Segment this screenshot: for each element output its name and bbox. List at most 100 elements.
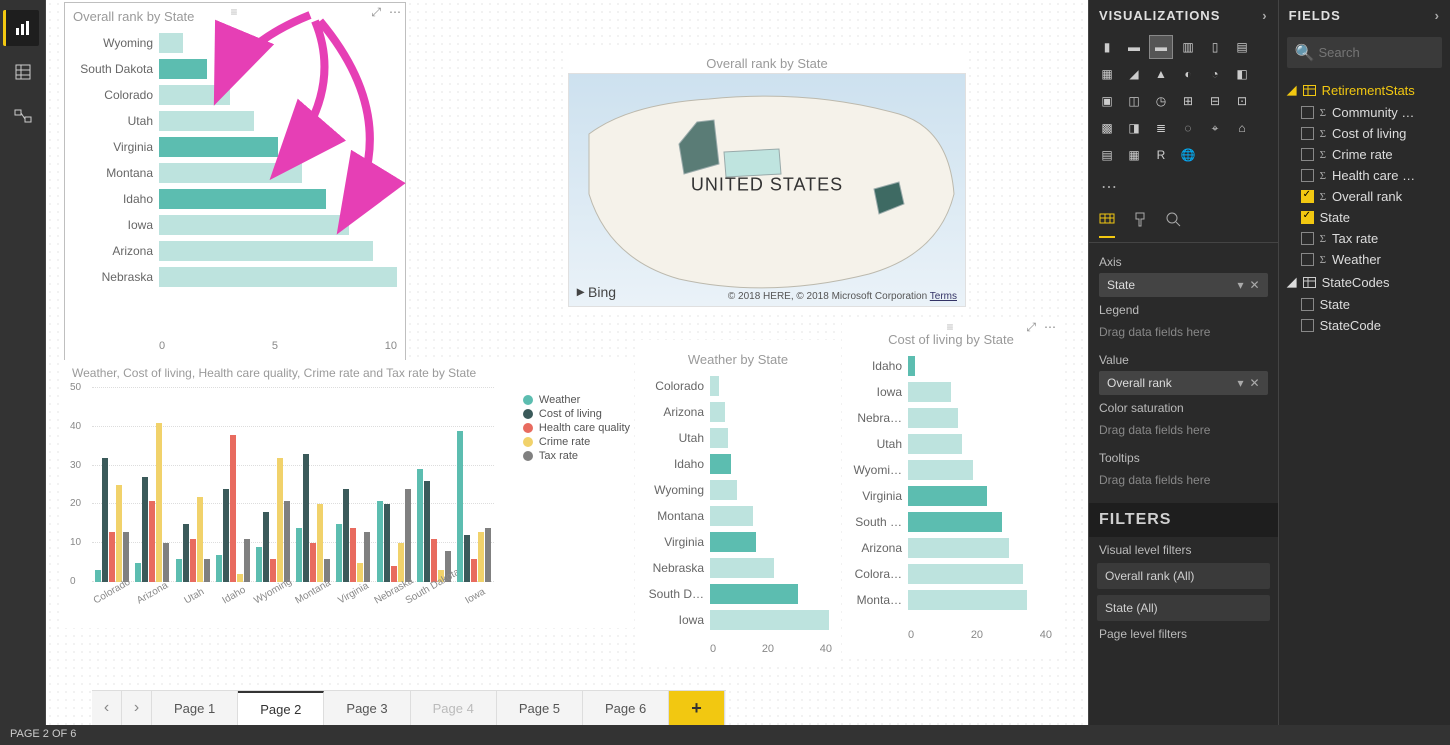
viz-map-overall-rank[interactable]: Overall rank by State UNITED STATES ▸Bin… xyxy=(568,50,966,312)
bar[interactable] xyxy=(142,477,148,582)
bar[interactable] xyxy=(485,528,491,582)
bar[interactable] xyxy=(710,454,731,474)
bar[interactable] xyxy=(159,241,373,261)
bar[interactable] xyxy=(908,486,987,506)
bar[interactable] xyxy=(230,435,236,582)
field-checkbox[interactable] xyxy=(1301,190,1314,203)
bar[interactable] xyxy=(204,559,210,582)
field-checkbox[interactable] xyxy=(1301,211,1314,224)
bar[interactable] xyxy=(710,376,719,396)
bar[interactable] xyxy=(183,524,189,582)
viz-type-icon[interactable]: ▬ xyxy=(1149,35,1173,59)
viz-type-icon[interactable]: ▦ xyxy=(1095,62,1119,86)
focus-mode-icon[interactable]: ⤢ xyxy=(371,5,381,20)
bar[interactable] xyxy=(464,535,470,582)
bar[interactable] xyxy=(391,566,397,582)
map-terms-link[interactable]: Terms xyxy=(930,291,957,302)
field-checkbox[interactable] xyxy=(1301,232,1314,245)
visual-filter-state[interactable]: State (All) xyxy=(1097,595,1270,621)
page-tab[interactable]: Page 5 xyxy=(497,691,583,725)
bar[interactable] xyxy=(710,532,756,552)
viz-type-icon[interactable]: ⌂ xyxy=(1230,116,1254,140)
bar[interactable] xyxy=(710,610,829,630)
bar[interactable] xyxy=(303,454,309,582)
bar[interactable] xyxy=(478,532,484,582)
bar[interactable] xyxy=(159,215,349,235)
viz-type-icon[interactable]: ▤ xyxy=(1230,35,1254,59)
drag-handle-icon[interactable]: ≡ xyxy=(946,320,955,334)
bar[interactable] xyxy=(163,543,169,582)
viz-type-icon[interactable]: ◢ xyxy=(1122,62,1146,86)
bar[interactable] xyxy=(377,501,383,582)
viz-type-icon[interactable]: ▮ xyxy=(1095,35,1119,59)
bar[interactable] xyxy=(357,563,363,582)
field-checkbox[interactable] xyxy=(1301,106,1314,119)
fields-search[interactable]: 🔍 xyxy=(1287,37,1442,68)
bar[interactable] xyxy=(908,382,951,402)
bar[interactable] xyxy=(109,532,115,582)
bar[interactable] xyxy=(159,111,254,131)
bar[interactable] xyxy=(237,574,243,582)
viz-type-icon[interactable]: ◔ xyxy=(1203,62,1227,86)
report-view-icon[interactable] xyxy=(3,10,39,46)
field-checkbox[interactable] xyxy=(1301,253,1314,266)
viz-multi-metrics-by-state[interactable]: Weather, Cost of living, Health care qua… xyxy=(64,360,634,628)
viz-type-icon[interactable]: ⊡ xyxy=(1230,89,1254,113)
bar[interactable] xyxy=(710,480,737,500)
bar[interactable] xyxy=(710,506,753,526)
viz-type-icon[interactable]: ≣ xyxy=(1149,116,1173,140)
bar[interactable] xyxy=(156,423,162,582)
bar[interactable] xyxy=(457,431,463,582)
viz-type-icon[interactable]: ▦ xyxy=(1122,143,1146,167)
focus-mode-icon[interactable]: ⤢ xyxy=(1026,320,1036,335)
page-tab[interactable]: Page 6 xyxy=(583,691,669,725)
bar[interactable] xyxy=(159,189,326,209)
model-view-icon[interactable] xyxy=(5,98,41,134)
viz-type-icon[interactable]: ▬ xyxy=(1122,35,1146,59)
bar[interactable] xyxy=(710,558,774,578)
more-visuals-icon[interactable]: ⋯ xyxy=(1095,175,1123,199)
bar[interactable] xyxy=(405,489,411,582)
bar[interactable] xyxy=(197,497,203,582)
legend-item[interactable]: Weather xyxy=(523,394,630,406)
bar[interactable] xyxy=(364,532,370,582)
legend-item[interactable]: Tax rate xyxy=(523,450,630,462)
legend-well-placeholder[interactable]: Drag data fields here xyxy=(1099,321,1268,347)
page-tab[interactable]: Page 1 xyxy=(152,691,238,725)
legend-item[interactable]: Crime rate xyxy=(523,436,630,448)
remove-field-icon[interactable]: ✕ xyxy=(1250,278,1260,292)
viz-type-icon[interactable]: ◐ xyxy=(1176,62,1200,86)
bar[interactable] xyxy=(908,434,962,454)
map-body[interactable]: UNITED STATES ▸Bing © 2018 HERE, © 2018 … xyxy=(568,73,966,307)
bar[interactable] xyxy=(710,428,728,448)
legend-item[interactable]: Cost of living xyxy=(523,408,630,420)
bar[interactable] xyxy=(384,504,390,582)
fields-well-tab[interactable] xyxy=(1099,211,1115,238)
bar[interactable] xyxy=(710,402,725,422)
bar[interactable] xyxy=(277,458,283,582)
bar[interactable] xyxy=(908,408,958,428)
field-row[interactable]: ΣCost of living xyxy=(1285,123,1444,144)
field-checkbox[interactable] xyxy=(1301,319,1314,332)
viz-type-icon[interactable]: ◌ xyxy=(1176,116,1200,140)
remove-field-icon[interactable]: ✕ xyxy=(1250,376,1260,390)
bar[interactable] xyxy=(317,504,323,582)
viz-type-icon[interactable]: 🌐 xyxy=(1176,143,1200,167)
more-options-icon[interactable]: ⋯ xyxy=(1044,320,1056,335)
bar[interactable] xyxy=(190,539,196,582)
bar[interactable] xyxy=(471,559,477,582)
viz-overall-rank-by-state[interactable]: ≡ ⤢ ⋯ Overall rank by State WyomingSouth… xyxy=(64,2,406,362)
collapse-panel-icon[interactable]: › xyxy=(1262,8,1267,23)
visual-filter-overall-rank[interactable]: Overall rank (All) xyxy=(1097,563,1270,589)
add-page-button[interactable]: + xyxy=(669,691,725,725)
viz-type-icon[interactable]: ▣ xyxy=(1095,89,1119,113)
bar[interactable] xyxy=(310,543,316,582)
viz-type-icon[interactable]: ▯ xyxy=(1203,35,1227,59)
drag-handle-icon[interactable]: ≡ xyxy=(230,5,239,19)
value-field-chip[interactable]: Overall rank▾✕ xyxy=(1099,371,1268,395)
bar[interactable] xyxy=(908,460,973,480)
bar[interactable] xyxy=(223,489,229,582)
bar[interactable] xyxy=(159,137,278,157)
bar[interactable] xyxy=(710,584,798,604)
field-checkbox[interactable] xyxy=(1301,127,1314,140)
